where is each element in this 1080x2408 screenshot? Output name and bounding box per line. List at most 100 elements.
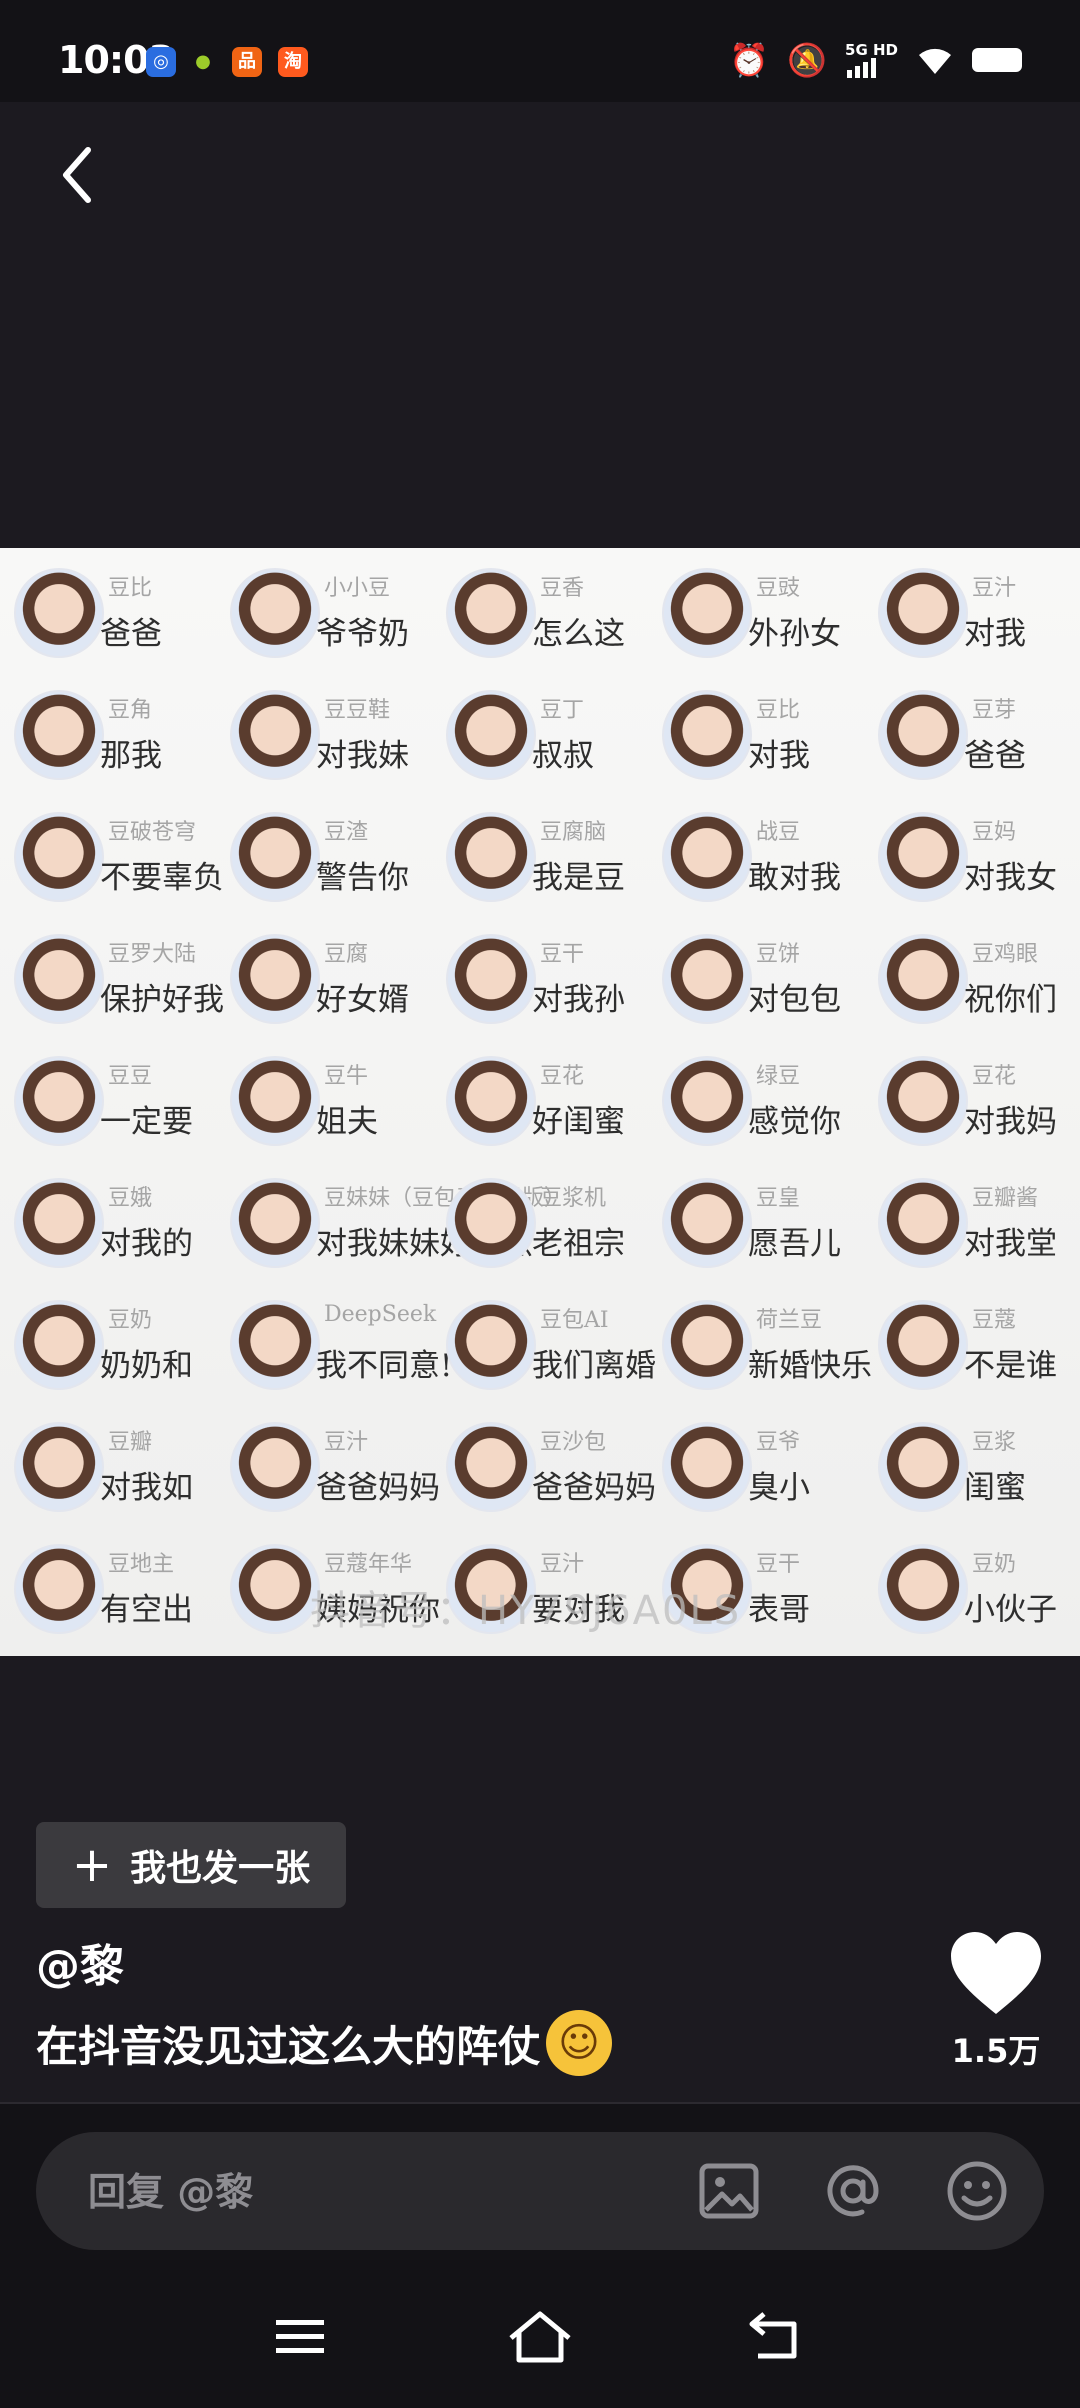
avatar — [662, 690, 752, 780]
comment-entry: 豆奶 小伙子 — [864, 1532, 1080, 1652]
avatar — [446, 568, 536, 658]
comment-entry: 豆罗大陆保护好我 — [0, 922, 224, 1042]
commenter-name: 豆皇 — [756, 1186, 801, 1211]
comment-entry: 荷兰豆 新婚快乐 — [648, 1288, 872, 1408]
comment-entry: 豆鸡眼祝你们 — [864, 922, 1080, 1042]
image-icon[interactable] — [696, 2158, 762, 2224]
avatar — [446, 1178, 536, 1268]
comment-entry: 豆香 怎么这 — [432, 556, 648, 676]
comment-text: 一定要 — [100, 1104, 193, 1140]
comment-text: 对我妹 — [316, 738, 409, 774]
comment-entry: 豆豆 一定要 — [0, 1044, 216, 1164]
status-bar: 10:03 ◎ ● 品 淘 ⏰ 🔕 5G HD — [0, 0, 1080, 102]
comment-text: 叔叔 — [532, 738, 594, 774]
add-post-label: 我也发一张 — [130, 1848, 311, 1889]
commenter-name: 豆破苍穹 — [108, 820, 197, 845]
comment-entry: 豆角 那我 — [0, 678, 216, 798]
reply-box — [36, 2132, 1044, 2252]
back-button[interactable] — [48, 140, 108, 210]
author-name[interactable]: @黎 — [36, 1930, 124, 1994]
like-count: 1.5万 — [951, 2032, 1041, 2070]
avatar — [230, 1422, 320, 1512]
avatar — [14, 1422, 104, 1512]
back-nav-icon[interactable] — [744, 2306, 814, 2366]
commenter-name: DeepSeek — [324, 1302, 437, 1327]
reply-input[interactable] — [86, 2132, 650, 2252]
commenter-name: 豆汁 — [540, 1552, 585, 1577]
menu-icon[interactable] — [266, 2306, 336, 2366]
heart-icon — [951, 1932, 1041, 2014]
comment-text: 祝你们 — [964, 982, 1057, 1018]
surprised-emoji-icon: ☺ — [546, 2010, 613, 2076]
avatar — [878, 1544, 968, 1634]
avatar — [878, 812, 968, 902]
reply-bar — [0, 2104, 1080, 2264]
comment-entry: 豆比 爸爸 — [0, 556, 216, 676]
comment-text: 对我妈 — [964, 1104, 1057, 1140]
post-image[interactable]: 豆比 爸爸 豆角 那我 豆破苍穹 不要辜负 豆罗大陆 保护好我 豆豆 一定要 豆娥 对我的 豆奶 奶奶和豆… — [0, 548, 1080, 1656]
plus-icon: + — [71, 1837, 113, 1893]
avatar — [230, 1178, 320, 1268]
comment-entry: 豆饼 对包包 — [648, 922, 864, 1042]
comment-entry: 豆爷 臭小 — [648, 1410, 864, 1530]
comment-text: 保护好我 — [100, 982, 224, 1018]
comment-entry: 小小豆 爷爷奶 — [216, 556, 432, 676]
comment-entry: 豆牛 姐夫 — [216, 1044, 432, 1164]
comment-entry: 豆娥 对我的 — [0, 1166, 216, 1286]
comment-text: 对包包 — [748, 982, 841, 1018]
system-nav-bar — [0, 2264, 1080, 2408]
alarm-icon: ⏰ — [729, 41, 770, 79]
comment-text: 敢对我 — [748, 860, 841, 896]
network-label: 5G HD — [845, 41, 898, 59]
commenter-name: 豆豆鞋 — [324, 698, 391, 723]
signal-icon: 5G HD — [845, 42, 898, 78]
commenter-name: 豆罗大陆 — [108, 942, 197, 967]
comment-text: 愿吾儿 — [748, 1226, 841, 1262]
commenter-name: 豆蔻年华 — [324, 1552, 413, 1577]
commenter-name: 豆比 — [756, 698, 801, 723]
avatar — [662, 812, 752, 902]
commenter-name: 豆地主 — [108, 1552, 175, 1577]
like-button[interactable]: 1.5万 — [946, 1930, 1046, 2072]
comment-entry: 豆干 对我孙 — [432, 922, 648, 1042]
avatar — [230, 934, 320, 1024]
comment-entry: 绿豆 感觉你 — [648, 1044, 864, 1164]
commenter-name: 豆蔻 — [972, 1308, 1017, 1333]
commenter-name: 豆爷 — [756, 1430, 801, 1455]
home-icon[interactable] — [505, 2306, 575, 2366]
mention-icon[interactable] — [820, 2158, 886, 2224]
comment-text: 臭小 — [748, 1470, 810, 1506]
avatar — [230, 1544, 320, 1634]
comment-entry: 豆渣 警告你 — [216, 800, 432, 920]
avatar — [878, 934, 968, 1024]
status-icons: ⏰ 🔕 5G HD — [729, 40, 1022, 80]
avatar — [14, 1544, 104, 1634]
comment-text: 好闺蜜 — [532, 1104, 625, 1140]
comment-text: 有空出 — [100, 1592, 193, 1628]
comment-entry: 豆破苍穹 不要辜负 — [0, 800, 224, 920]
comment-text: 新婚快乐 — [748, 1348, 872, 1384]
avatar — [446, 1300, 536, 1390]
commenter-name: 豆浆机 — [540, 1186, 607, 1211]
avatar — [446, 690, 536, 780]
commenter-name: 豆包AI — [540, 1308, 609, 1333]
comment-entry: 豆比 对我 — [648, 678, 864, 798]
emoji-icon[interactable] — [944, 2158, 1010, 2224]
avatar — [230, 568, 320, 658]
collage-column: 豆比 爸爸 豆角 那我 豆破苍穹 不要辜负 豆罗大陆 保护好我 豆豆 一定要 豆娥 对我的 豆奶 奶奶和豆… — [0, 548, 224, 1656]
avatar — [230, 690, 320, 780]
commenter-name: 豆腐 — [324, 942, 369, 967]
avatar — [878, 1300, 968, 1390]
comment-text: 爷爷奶 — [316, 616, 409, 652]
commenter-name: 豆花 — [540, 1064, 585, 1089]
mute-icon: 🔕 — [787, 41, 828, 79]
commenter-name: 豆牛 — [324, 1064, 369, 1089]
collage-column: 小小豆 爷爷奶 豆豆鞋 对我妹 豆渣 警告你 豆腐 好女婿 豆牛 姐夫 豆妹妹（豆包表姐姐版） 对我妹… — [216, 548, 566, 1656]
commenter-name: 豆鸡眼 — [972, 942, 1039, 967]
avatar — [14, 812, 104, 902]
add-post-button[interactable]: + 我也发一张 — [36, 1822, 346, 1908]
commenter-name: 豆浆 — [972, 1430, 1017, 1455]
comment-text: 外孙女 — [748, 616, 841, 652]
avatar — [662, 934, 752, 1024]
comment-text: 表哥 — [748, 1592, 810, 1628]
